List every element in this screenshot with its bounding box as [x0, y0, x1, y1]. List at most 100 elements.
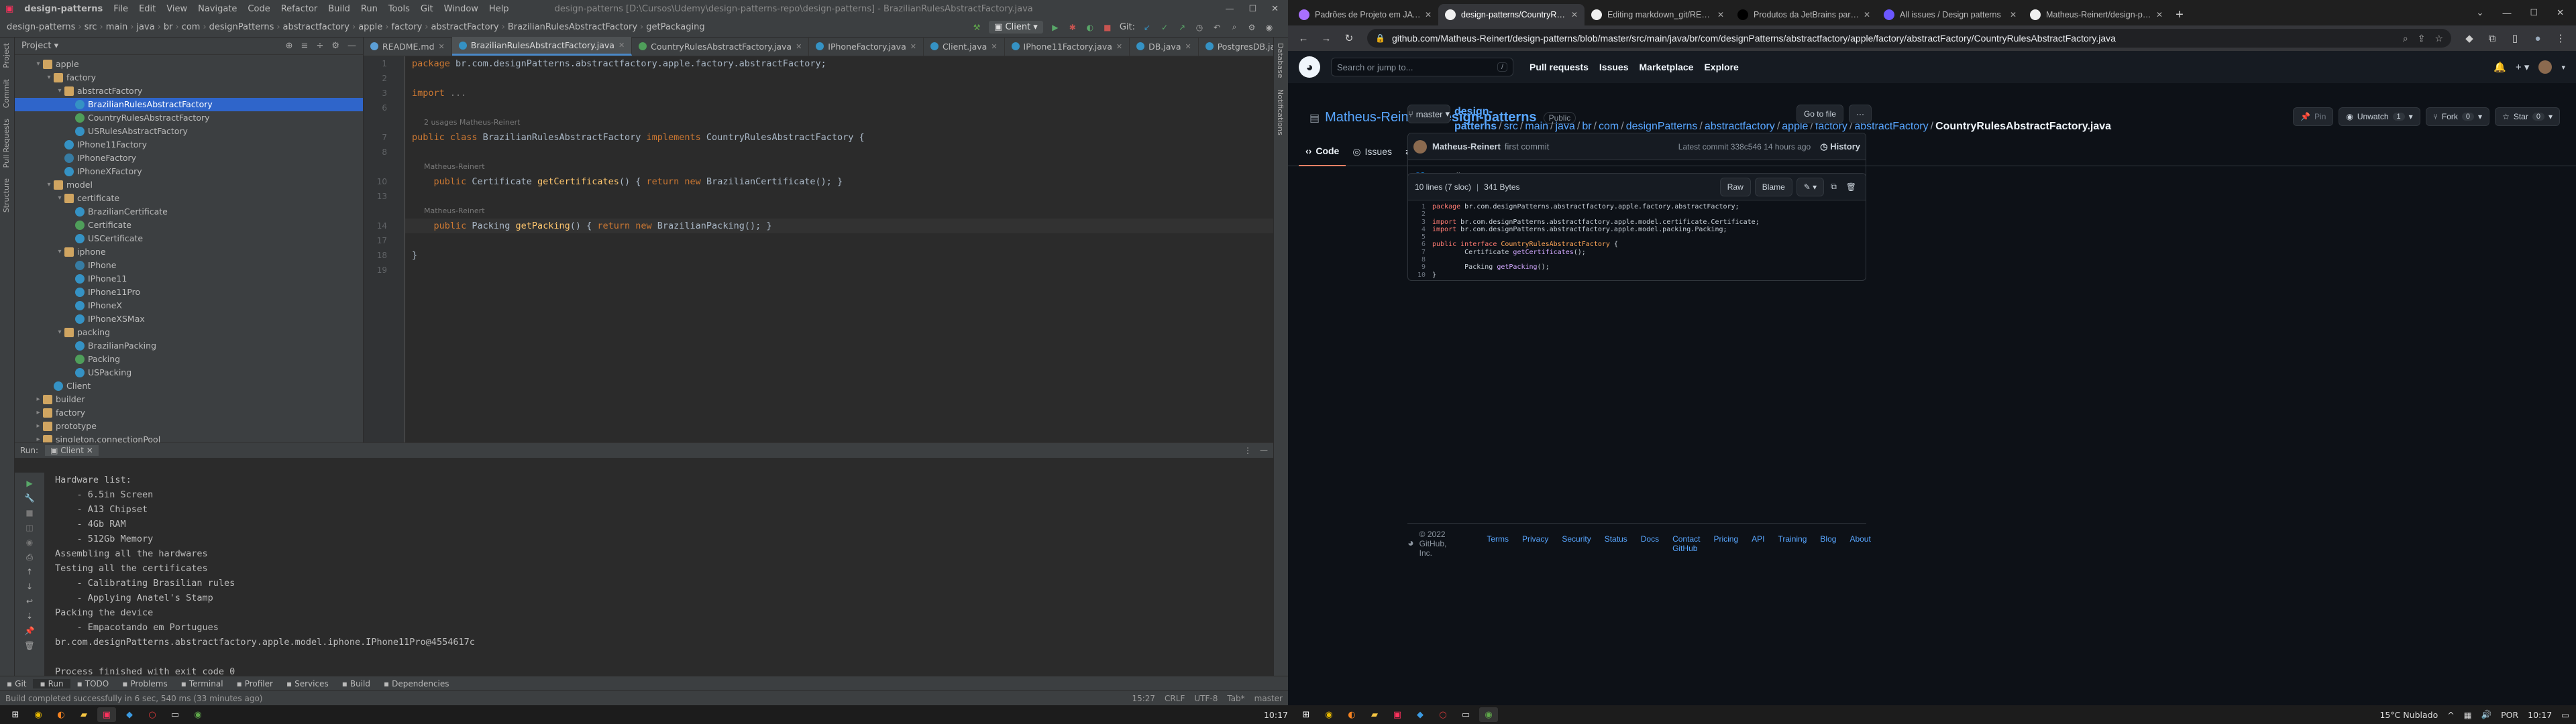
- footer-link-privacy[interactable]: Privacy: [1522, 534, 1548, 553]
- create-new-icon[interactable]: + ▾: [2516, 61, 2529, 73]
- taskbar-explorer-icon[interactable]: ▰: [1365, 707, 1384, 722]
- avatar-caret-icon[interactable]: ▾: [2561, 63, 2565, 72]
- codevision-hint[interactable]: 2 usages Matheus-Reinert: [405, 115, 1288, 130]
- latest-commit-info[interactable]: Latest commit 338c546 14 hours ago: [1678, 142, 1811, 152]
- reload-icon[interactable]: ↻: [1339, 28, 1359, 48]
- collapsed-arrow-icon[interactable]: ▸: [34, 393, 43, 406]
- tree-node-iphonex[interactable]: IPhoneX: [15, 299, 363, 312]
- close-tab-icon[interactable]: ✕: [1116, 42, 1122, 51]
- browser-tab[interactable]: Produtos da JetBrains para… ✕: [1731, 4, 1877, 25]
- tool-window-pull-requests[interactable]: Pull Requests: [0, 113, 13, 173]
- browser-tab[interactable]: design-patterns/CountryRu… ✕: [1438, 4, 1585, 25]
- footer-link-blog[interactable]: Blog: [1820, 534, 1836, 553]
- hide-panel-icon[interactable]: —: [1260, 446, 1268, 455]
- menu-refactor[interactable]: Refactor: [276, 4, 323, 14]
- footer-link-contact-github[interactable]: Contact GitHub: [1672, 534, 1700, 553]
- tray-chevron-icon[interactable]: ^: [2447, 710, 2454, 720]
- breadcrumb-src[interactable]: src: [82, 22, 100, 32]
- bottom-tab-profiler[interactable]: ▪ Profiler: [230, 679, 280, 688]
- code-line[interactable]: [405, 233, 1288, 248]
- tree-node-packing[interactable]: ▾ packing: [15, 326, 363, 339]
- gear-icon[interactable]: ⚙: [331, 41, 339, 51]
- scroll-end-icon[interactable]: ⇣: [24, 611, 35, 621]
- close-tab-icon[interactable]: ✕: [439, 42, 445, 51]
- user-avatar[interactable]: [2538, 60, 2553, 74]
- expanded-arrow-icon[interactable]: ▾: [55, 326, 64, 339]
- editor-tab-db-java[interactable]: DB.java ✕: [1130, 37, 1199, 56]
- language-indicator[interactable]: POR: [2501, 710, 2518, 720]
- taskbar-vscode-icon[interactable]: ◆: [1411, 707, 1430, 722]
- repo-tab-issues[interactable]: ◎ Issues: [1346, 137, 1399, 166]
- share-icon[interactable]: ⇪: [2418, 33, 2426, 44]
- git-commit-icon[interactable]: ✓: [1159, 22, 1170, 33]
- status-tab[interactable]: Tab*: [1227, 694, 1244, 703]
- restore-layout-icon[interactable]: ◫: [24, 522, 35, 533]
- tree-node-packing[interactable]: Packing: [15, 353, 363, 366]
- tree-node-iphone[interactable]: ▾ iphone: [15, 245, 363, 259]
- tree-node-iphonexsmax[interactable]: IPhoneXSMax: [15, 312, 363, 326]
- volume-icon[interactable]: 🔊: [2481, 709, 2492, 720]
- go-to-file-button[interactable]: Go to file: [1796, 105, 1843, 123]
- bottom-tab-problems[interactable]: ▪ Problems: [115, 679, 174, 688]
- author-avatar[interactable]: [1413, 139, 1427, 154]
- chrome-alt-icon[interactable]: ◉: [189, 707, 207, 722]
- menu-window[interactable]: Window: [439, 4, 484, 14]
- browser-minimize-icon[interactable]: —: [2502, 8, 2511, 18]
- path-segment-design-patterns[interactable]: design-patterns: [1454, 106, 1497, 132]
- code-line[interactable]: 9 Packing getPacking();: [1408, 263, 1866, 271]
- tree-node-prototype[interactable]: ▸ prototype: [15, 420, 363, 433]
- browser-tab[interactable]: Padrões de Projeto em JAVA ✕: [1292, 4, 1438, 25]
- breadcrumb-abstractfactory[interactable]: abstractfactory: [280, 22, 352, 32]
- tool-window-database[interactable]: Database: [1274, 38, 1287, 84]
- taskbar-opera-icon[interactable]: ○: [1434, 707, 1452, 722]
- up-arrow-icon[interactable]: ↑: [24, 566, 35, 577]
- browser-tab[interactable]: Matheus-Reinert/design-pat… ✕: [2023, 4, 2169, 25]
- history-link[interactable]: ◷ History: [1820, 141, 1860, 152]
- bottom-tab-build[interactable]: ▪ Build: [335, 679, 377, 688]
- expanded-arrow-icon[interactable]: ▾: [55, 192, 64, 205]
- line-number[interactable]: 9: [1408, 263, 1432, 271]
- line-number[interactable]: 2: [1408, 210, 1432, 218]
- stop-icon[interactable]: ■: [1102, 22, 1113, 33]
- bottom-tab-dependencies[interactable]: ▪ Dependencies: [377, 679, 456, 688]
- footer-link-status[interactable]: Status: [1605, 534, 1627, 553]
- coverage-icon[interactable]: ◐: [1085, 22, 1095, 33]
- line-number[interactable]: 4: [1408, 226, 1432, 233]
- new-tab-button[interactable]: +: [2169, 4, 2190, 25]
- sidebar-icon[interactable]: ▯: [2505, 28, 2525, 48]
- github-search-input[interactable]: Search or jump to... /: [1331, 58, 1513, 76]
- code-line[interactable]: 3 import br.com.designPatterns.abstractfa…: [1408, 219, 1866, 226]
- code-line[interactable]: [405, 71, 1288, 86]
- plugin-icon[interactable]: ◉: [1264, 22, 1275, 33]
- start-icon[interactable]: ⊞: [6, 707, 25, 722]
- taskbar-start-icon[interactable]: ⊞: [1297, 707, 1316, 722]
- tree-node-uspacking[interactable]: USPacking: [15, 366, 363, 379]
- code-line[interactable]: 5: [1408, 233, 1866, 241]
- collapsed-arrow-icon[interactable]: ▸: [34, 406, 43, 420]
- settings-icon[interactable]: ⚙: [1246, 22, 1257, 33]
- tree-node-brazilianrulesabstractfactory[interactable]: BrazilianRulesAbstractFactory: [15, 98, 363, 111]
- zoom-icon[interactable]: ⌕: [2403, 33, 2408, 44]
- code-line[interactable]: import ...: [405, 86, 1288, 101]
- browser-close-icon[interactable]: ✕: [2557, 7, 2564, 18]
- breadcrumb-main[interactable]: main: [103, 22, 130, 32]
- expanded-arrow-icon[interactable]: ▾: [34, 58, 43, 71]
- line-number[interactable]: 8: [1408, 256, 1432, 263]
- menu-build[interactable]: Build: [323, 4, 356, 14]
- edit-pencil-icon[interactable]: ✎ ▾: [1796, 177, 1825, 196]
- close-tab-icon[interactable]: ✕: [2156, 10, 2163, 19]
- editor-tab-client-java[interactable]: Client.java ✕: [924, 37, 1005, 56]
- code-line[interactable]: [405, 263, 1288, 278]
- menu-edit[interactable]: Edit: [133, 4, 161, 14]
- tool-window-project[interactable]: Project: [0, 38, 13, 74]
- taskbar-chrome2-icon[interactable]: ◉: [1479, 707, 1498, 722]
- code-line[interactable]: }: [405, 248, 1288, 263]
- print-icon[interactable]: ⎙: [24, 552, 35, 562]
- menu-navigate[interactable]: Navigate: [193, 4, 242, 14]
- codevision-hint[interactable]: Matheus-Reinert: [405, 160, 1288, 174]
- path-segment-java[interactable]: java: [1556, 121, 1575, 132]
- tree-node-abstractfactory[interactable]: ▾ abstractFactory: [15, 84, 363, 98]
- line-number[interactable]: 1: [1408, 203, 1432, 210]
- code-line[interactable]: public Certificate getCertificates() { r…: [405, 174, 1288, 189]
- add-icon[interactable]: ⊕: [286, 41, 293, 51]
